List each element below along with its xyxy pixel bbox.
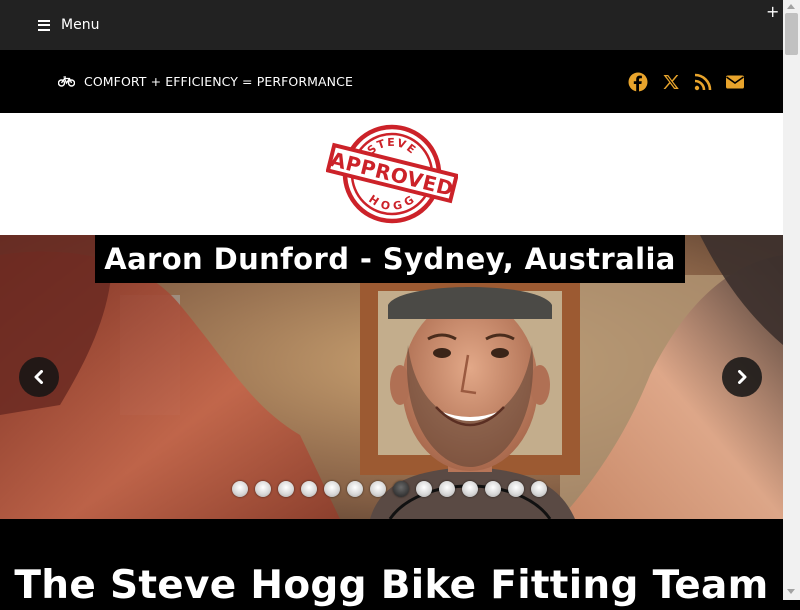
menu-label: Menu [61, 17, 100, 33]
tagline-text: COMFORT + EFFICIENCY = PERFORMANCE [84, 74, 353, 89]
chevron-right-icon [738, 370, 747, 384]
chevron-left-icon [34, 370, 43, 384]
slide-title: Aaron Dunford - Sydney, Australia [95, 235, 685, 283]
menu-button[interactable]: Menu [38, 15, 99, 35]
scroll-down-arrow-icon[interactable] [787, 589, 795, 594]
slider-dot-5[interactable] [324, 481, 340, 497]
slider-dot-12[interactable] [485, 481, 501, 497]
tagline-bar: COMFORT + EFFICIENCY = PERFORMANCE [0, 50, 783, 113]
slider-dot-10[interactable] [439, 481, 455, 497]
x-icon[interactable] [661, 72, 681, 92]
slider-dot-2[interactable] [255, 481, 271, 497]
email-icon[interactable] [725, 72, 745, 92]
expand-plus-icon[interactable]: + [766, 4, 779, 20]
slider-dot-14[interactable] [531, 481, 547, 497]
page-scrollbar[interactable] [783, 0, 800, 600]
rss-icon[interactable] [693, 72, 713, 92]
scrollbar-thumb[interactable] [785, 13, 798, 55]
slider-dot-3[interactable] [278, 481, 294, 497]
slider-dot-4[interactable] [301, 481, 317, 497]
slider-dot-9[interactable] [416, 481, 432, 497]
team-heading: The Steve Hogg Bike Fitting Team [14, 563, 769, 608]
hamburger-icon [38, 19, 50, 31]
scroll-up-arrow-icon[interactable] [787, 4, 795, 9]
slider-dot-7[interactable] [370, 481, 386, 497]
slider-pagination [232, 481, 554, 499]
slider-prev-button[interactable] [19, 357, 59, 397]
tagline: COMFORT + EFFICIENCY = PERFORMANCE [58, 74, 353, 89]
hero-slider[interactable]: Aaron Dunford - Sydney, Australia [0, 235, 783, 519]
steve-hogg-approved-logo[interactable]: STEVE HOGG APPROVED [326, 122, 458, 226]
slider-next-button[interactable] [722, 357, 762, 397]
top-menu-bar: Menu + [0, 0, 783, 50]
slider-dot-11[interactable] [462, 481, 478, 497]
logo-band: STEVE HOGG APPROVED [0, 113, 783, 235]
slider-dot-13[interactable] [508, 481, 524, 497]
slider-dot-1[interactable] [232, 481, 248, 497]
slider-dot-6[interactable] [347, 481, 363, 497]
slider-dot-8[interactable] [393, 481, 409, 497]
bicycle-icon [58, 76, 75, 87]
facebook-icon[interactable] [628, 72, 648, 92]
